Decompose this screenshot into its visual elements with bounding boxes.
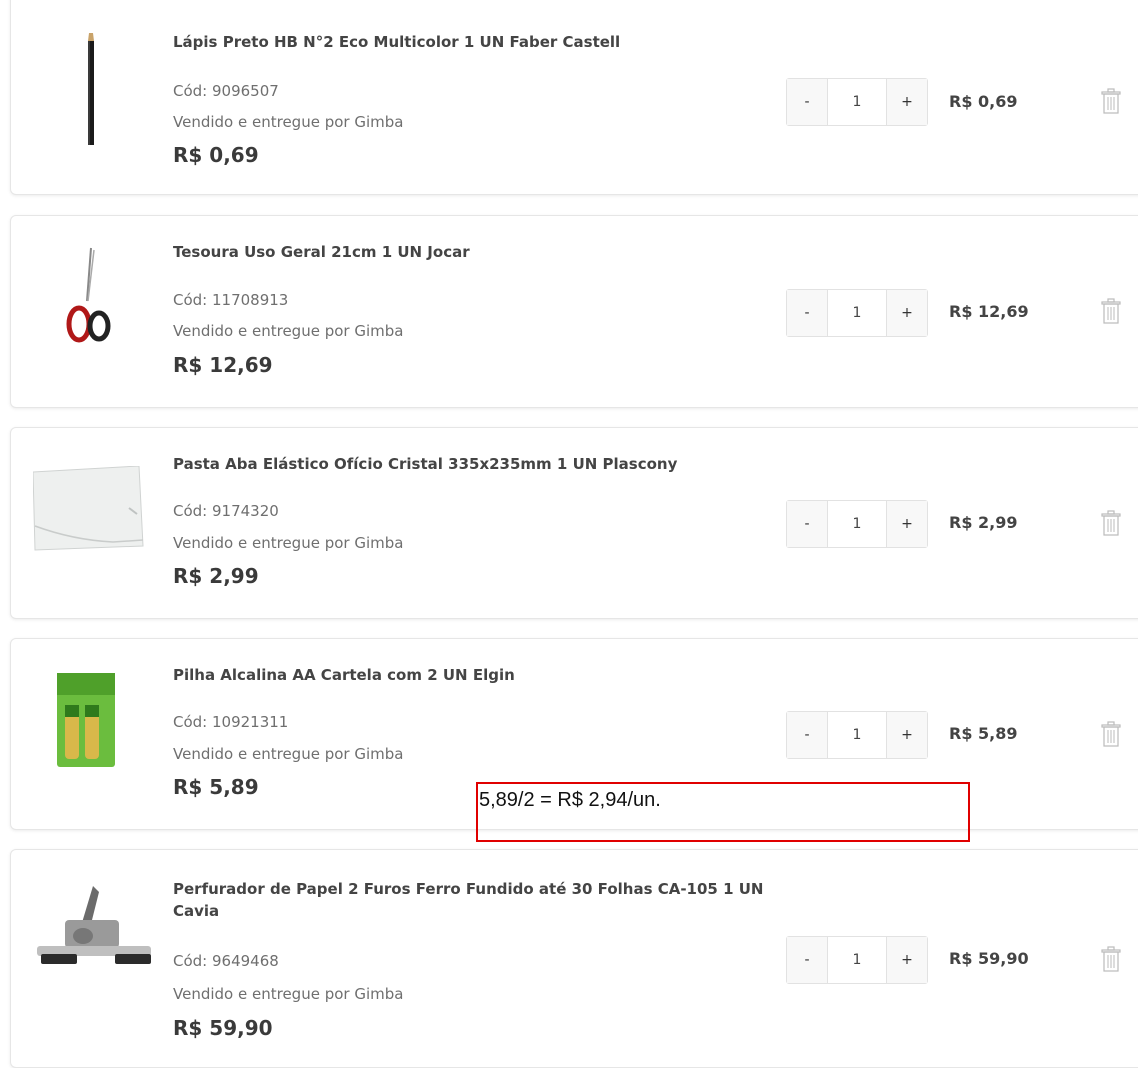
folder-icon <box>33 466 144 551</box>
line-total: R$ 0,69 <box>949 92 1018 111</box>
product-name[interactable]: Lápis Preto HB N°2 Eco Multicolor 1 UN F… <box>173 31 773 53</box>
quantity-stepper: - 1 + <box>786 936 928 984</box>
quantity-value[interactable]: 1 <box>828 79 886 125</box>
quantity-value[interactable]: 1 <box>828 290 886 336</box>
trash-icon[interactable] <box>1100 721 1122 747</box>
unit-price: R$ 12,69 <box>173 353 273 377</box>
quantity-value[interactable]: 1 <box>828 501 886 547</box>
seller-info: Vendido e entregue por Gimba <box>173 745 404 763</box>
quantity-stepper: - 1 + <box>786 711 928 759</box>
cart-item: Tesoura Uso Geral 21cm 1 UN Jocar Cód: 1… <box>10 215 1138 408</box>
cart-item: Pasta Aba Elástico Ofício Cristal 335x23… <box>10 427 1138 619</box>
quantity-stepper: - 1 + <box>786 289 928 337</box>
trash-icon[interactable] <box>1100 298 1122 324</box>
battery-pack-icon <box>57 673 115 767</box>
price-annotation: 5,89/2 = R$ 2,94/un. <box>476 782 970 842</box>
product-name[interactable]: Tesoura Uso Geral 21cm 1 UN Jocar <box>173 241 773 263</box>
trash-icon[interactable] <box>1100 946 1122 972</box>
product-name[interactable]: Pasta Aba Elástico Ofício Cristal 335x23… <box>173 453 773 475</box>
line-total: R$ 12,69 <box>949 302 1029 321</box>
product-name[interactable]: Perfurador de Papel 2 Furos Ferro Fundid… <box>173 878 773 922</box>
product-code: Cód: 11708913 <box>173 291 289 309</box>
unit-price: R$ 0,69 <box>173 143 259 167</box>
product-code: Cód: 10921311 <box>173 713 289 731</box>
decrease-quantity-button[interactable]: - <box>787 79 828 125</box>
unit-price: R$ 59,90 <box>173 1016 273 1040</box>
increase-quantity-button[interactable]: + <box>886 290 927 336</box>
product-code: Cód: 9649468 <box>173 952 279 970</box>
line-total: R$ 59,90 <box>949 949 1029 968</box>
increase-quantity-button[interactable]: + <box>886 937 927 983</box>
quantity-value[interactable]: 1 <box>828 937 886 983</box>
increase-quantity-button[interactable]: + <box>886 501 927 547</box>
decrease-quantity-button[interactable]: - <box>787 290 828 336</box>
scissors-icon <box>66 247 111 343</box>
quantity-value[interactable]: 1 <box>828 712 886 758</box>
line-total: R$ 5,89 <box>949 724 1018 743</box>
product-name[interactable]: Pilha Alcalina AA Cartela com 2 UN Elgin <box>173 664 773 686</box>
increase-quantity-button[interactable]: + <box>886 712 927 758</box>
cart-item: Lápis Preto HB N°2 Eco Multicolor 1 UN F… <box>10 0 1138 195</box>
unit-price: R$ 5,89 <box>173 775 259 799</box>
unit-price: R$ 2,99 <box>173 564 259 588</box>
quantity-stepper: - 1 + <box>786 500 928 548</box>
seller-info: Vendido e entregue por Gimba <box>173 534 404 552</box>
product-code: Cód: 9174320 <box>173 502 279 520</box>
cart-item: Perfurador de Papel 2 Furos Ferro Fundid… <box>10 849 1138 1068</box>
trash-icon[interactable] <box>1100 88 1122 114</box>
decrease-quantity-button[interactable]: - <box>787 501 828 547</box>
increase-quantity-button[interactable]: + <box>886 79 927 125</box>
seller-info: Vendido e entregue por Gimba <box>173 322 404 340</box>
product-code: Cód: 9096507 <box>173 82 279 100</box>
trash-icon[interactable] <box>1100 510 1122 536</box>
decrease-quantity-button[interactable]: - <box>787 712 828 758</box>
pencil-icon <box>88 33 94 145</box>
hole-punch-icon <box>37 886 151 964</box>
quantity-stepper: - 1 + <box>786 78 928 126</box>
seller-info: Vendido e entregue por Gimba <box>173 985 404 1003</box>
line-total: R$ 2,99 <box>949 513 1018 532</box>
seller-info: Vendido e entregue por Gimba <box>173 113 404 131</box>
decrease-quantity-button[interactable]: - <box>787 937 828 983</box>
